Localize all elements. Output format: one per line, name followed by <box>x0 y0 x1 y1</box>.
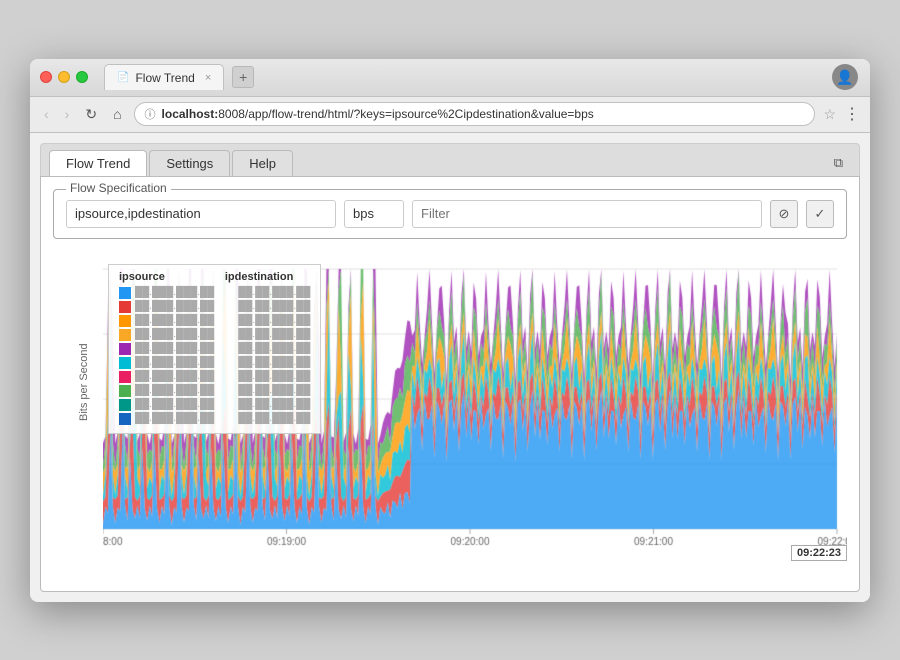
tab-close-icon[interactable]: × <box>205 72 211 84</box>
legend-item: ██.███.███.██ ██.██.███.██ <box>119 301 310 313</box>
url-text: localhost:8008/app/flow-trend/html/?keys… <box>162 107 594 121</box>
legend-item: ██.███.███.██ ██.██.███.██ <box>119 329 310 341</box>
legend-item: ██.███.███.██ ██.██.███.██ <box>119 399 310 411</box>
flow-spec-legend: Flow Specification <box>66 181 171 195</box>
user-avatar[interactable]: 👤 <box>832 64 858 90</box>
legend-item: ██.███.███.██ ██.██.███.██ <box>119 343 310 355</box>
flow-apply-button[interactable]: ✓ <box>806 200 834 228</box>
tab-flow-trend[interactable]: Flow Trend <box>49 150 147 176</box>
legend-item: ██.███.███.██ ██.██.███.██ <box>119 385 310 397</box>
legend-item: ██.███.███.██ ██.██.███.██ <box>119 357 310 369</box>
tab-favicon-icon: 📄 <box>117 72 129 83</box>
chart-area: ipsource ipdestination ██.███.███.██ ██.… <box>103 259 847 559</box>
legend-item: ██.███.███.██ ██.██.███.██ <box>119 413 310 425</box>
legend-col1-header: ipsource <box>119 271 165 283</box>
current-time-display: 09:22:23 <box>791 545 847 561</box>
close-button[interactable] <box>40 71 52 83</box>
tab-settings[interactable]: Settings <box>149 150 230 176</box>
main-panel: Flow Specification ⊘ ✓ Bits per Second <box>40 176 860 592</box>
legend-item: ██.███.███.██ ██.██.███.██ <box>119 287 310 299</box>
cancel-icon: ⊘ <box>779 206 790 222</box>
home-button[interactable]: ⌂ <box>109 104 125 124</box>
lock-icon: ⓘ <box>145 106 156 122</box>
y-axis-label: Bits per Second <box>78 343 90 421</box>
flow-spec-row: ⊘ ✓ <box>66 200 834 228</box>
legend-col2-header: ipdestination <box>225 271 293 283</box>
address-bar: ‹ › ↻ ⌂ ⓘ localhost:8008/app/flow-trend/… <box>30 97 870 133</box>
browser-tab[interactable]: 📄 Flow Trend × <box>104 64 224 90</box>
forward-button[interactable]: › <box>61 104 74 124</box>
back-button[interactable]: ‹ <box>40 104 53 124</box>
detach-icon[interactable]: ⧉ <box>826 151 851 175</box>
app-tab-bar: Flow Trend Settings Help ⧉ <box>40 143 860 176</box>
url-bar[interactable]: ⓘ localhost:8008/app/flow-trend/html/?ke… <box>134 102 816 126</box>
tab-help[interactable]: Help <box>232 150 293 176</box>
maximize-button[interactable] <box>76 71 88 83</box>
minimize-button[interactable] <box>58 71 70 83</box>
new-tab-button[interactable]: + <box>232 66 254 88</box>
flow-cancel-button[interactable]: ⊘ <box>770 200 798 228</box>
content-area: Flow Trend Settings Help ⧉ Flow Specific… <box>30 133 870 602</box>
legend-items: ██.███.███.██ ██.██.███.██ ██.███.███.██… <box>119 287 310 425</box>
traffic-lights <box>40 71 88 83</box>
flow-value-input[interactable] <box>344 200 404 228</box>
browser-tab-bar: 📄 Flow Trend × + <box>104 64 254 90</box>
browser-window: 📄 Flow Trend × + 👤 ‹ › ↻ ⌂ ⓘ localhost:8… <box>30 59 870 602</box>
browser-tab-title: Flow Trend <box>135 71 194 85</box>
apply-icon: ✓ <box>815 206 826 222</box>
chart-container: Bits per Second ipsource ipdestination █… <box>53 251 847 579</box>
title-bar: 📄 Flow Trend × + 👤 <box>30 59 870 97</box>
flow-keys-input[interactable] <box>66 200 336 228</box>
flow-filter-input[interactable] <box>412 200 762 228</box>
refresh-button[interactable]: ↻ <box>81 104 101 125</box>
legend-item: ██.███.███.██ ██.██.███.██ <box>119 315 310 327</box>
chart-legend: ipsource ipdestination ██.███.███.██ ██.… <box>108 264 321 434</box>
menu-button[interactable]: ⋮ <box>844 104 860 124</box>
flow-specification: Flow Specification ⊘ ✓ <box>53 189 847 239</box>
legend-item: ██.███.███.██ ██.██.███.██ <box>119 371 310 383</box>
bookmark-button[interactable]: ☆ <box>823 106 836 123</box>
